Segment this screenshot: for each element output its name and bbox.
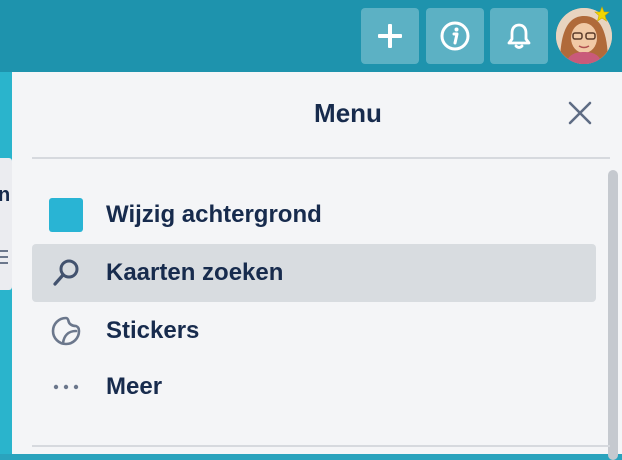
star-icon bbox=[594, 6, 610, 22]
menu-item-label: Kaarten zoeken bbox=[106, 259, 284, 286]
info-button[interactable] bbox=[426, 8, 484, 64]
sticker-icon bbox=[48, 313, 84, 349]
search-icon bbox=[48, 255, 84, 291]
notifications-button[interactable] bbox=[490, 8, 548, 64]
menu-item-more[interactable]: Meer bbox=[32, 358, 596, 416]
menu-item-change-background[interactable]: Wijzig achtergrond bbox=[32, 186, 596, 244]
menu-item-label: Wijzig achtergrond bbox=[106, 201, 322, 228]
close-icon[interactable] bbox=[567, 100, 593, 126]
bell-icon bbox=[507, 23, 531, 49]
menu-divider-top bbox=[32, 157, 610, 159]
menu-divider-bottom bbox=[32, 445, 610, 447]
add-button[interactable] bbox=[361, 8, 419, 64]
menu-item-stickers[interactable]: Stickers bbox=[32, 302, 596, 360]
description-lines-icon bbox=[0, 250, 8, 268]
board-card-fragment: n bbox=[0, 158, 12, 290]
menu-item-label: Stickers bbox=[106, 317, 200, 344]
menu-item-search-cards[interactable]: Kaarten zoeken bbox=[32, 244, 596, 302]
menu-item-label: Meer bbox=[106, 373, 163, 400]
menu-scrollbar[interactable] bbox=[608, 170, 618, 460]
color-swatch-icon bbox=[49, 198, 83, 232]
board-menu-panel: Menu Wijzig achtergrond Kaarten zoeken S… bbox=[12, 72, 622, 460]
plus-icon bbox=[378, 24, 402, 48]
menu-title: Menu bbox=[314, 98, 382, 128]
info-icon bbox=[440, 21, 470, 51]
more-icon bbox=[48, 369, 84, 405]
background-color-swatch bbox=[48, 197, 84, 233]
board-card-text-fragment: n bbox=[0, 184, 11, 206]
